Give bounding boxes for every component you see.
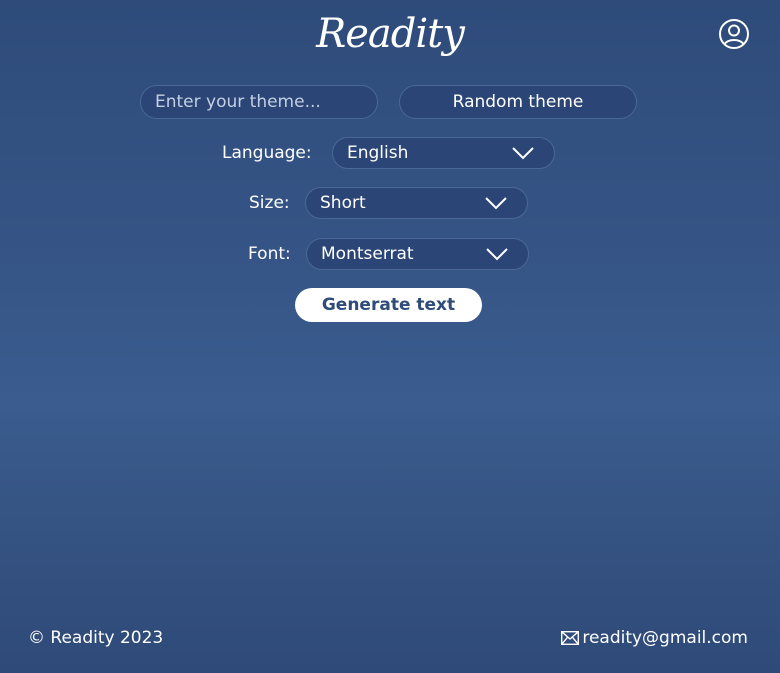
language-value: English <box>347 143 409 163</box>
size-value: Short <box>320 193 366 213</box>
mail-icon <box>561 631 580 645</box>
size-select[interactable]: Short <box>305 187 528 219</box>
size-label: Size: <box>249 193 290 213</box>
generate-text-button[interactable]: Generate text <box>295 288 482 322</box>
email-text: readity@gmail.com <box>582 628 748 648</box>
chevron-down-icon <box>512 147 534 160</box>
font-value: Montserrat <box>321 244 414 264</box>
language-label: Language: <box>222 143 312 163</box>
font-select[interactable]: Montserrat <box>306 238 529 270</box>
font-label: Font: <box>248 244 291 264</box>
language-select[interactable]: English <box>332 137 555 169</box>
email-link[interactable]: readity@gmail.com <box>561 626 748 650</box>
account-icon[interactable] <box>718 18 750 50</box>
app-logo: Readity <box>316 11 465 57</box>
theme-input[interactable] <box>140 85 378 119</box>
copyright-text: © Readity 2023 <box>28 628 164 648</box>
random-theme-button[interactable]: Random theme <box>399 85 637 119</box>
chevron-down-icon <box>486 248 508 261</box>
chevron-down-icon <box>485 197 507 210</box>
